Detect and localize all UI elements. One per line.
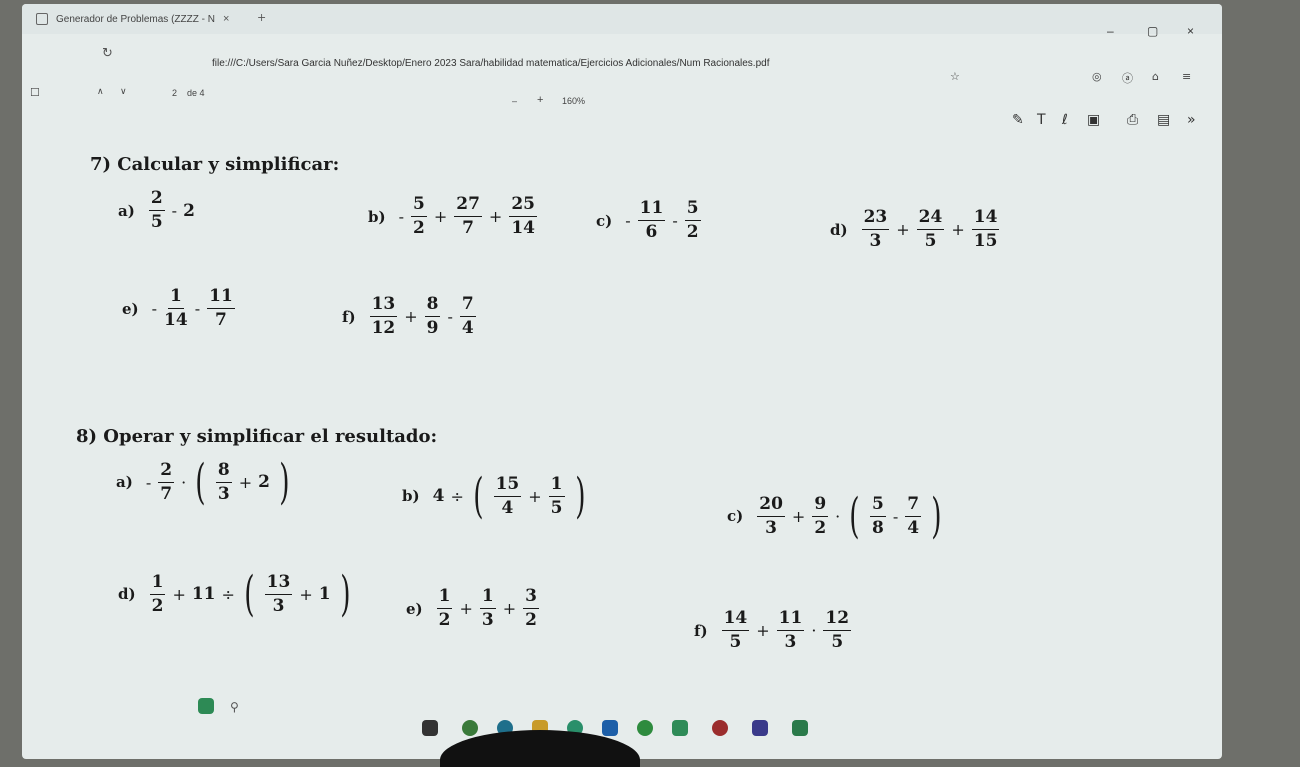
app-icon-2[interactable] [602, 720, 618, 736]
problem-7e: e) - 1 14 - 11 7 [122, 286, 235, 330]
widgets-icon[interactable] [462, 720, 478, 736]
problem-7b: b) - 52 + 27 7 + 25 14 [368, 194, 537, 238]
pdf-page: 7) Calcular y simplificar: a) 25 - 2 b) … [22, 4, 1222, 759]
problem-8d: d) 12 + 11 ÷ ( 13 3 + 1 ) [118, 566, 351, 622]
problem-7d: d) 23 3 + 24 5 + 14 15 [830, 207, 1000, 251]
problem-7c: c) - 11 6 - 52 [596, 198, 701, 242]
problem-8f: f) 14 5 + 11 3 · 12 5 [694, 608, 852, 652]
problem-8e: e) 12 + 13 + 32 [406, 586, 539, 630]
screen: Generador de Problemas (ZZZZ - N × + – ▢… [22, 4, 1222, 759]
section-7-heading: 7) Calcular y simplificar: [90, 154, 340, 175]
app-icon-6[interactable] [792, 720, 808, 736]
section-8-heading: 8) Operar y simplificar el resultado: [76, 426, 438, 447]
problem-8c: c) 20 3 + 92 · ( 58 - 74 ) [727, 488, 942, 544]
chrome-icon[interactable] [637, 720, 653, 736]
problem-7a: a) 25 - 2 [118, 188, 195, 232]
problem-7f: f) 13 12 + 89 - 74 [342, 294, 476, 338]
start-icon[interactable] [198, 698, 214, 714]
app-icon-5[interactable] [752, 720, 768, 736]
problem-8a: a) - 27 · ( 83 + 2 ) [116, 454, 290, 510]
magnifier-icon[interactable]: ⚲ [230, 700, 239, 714]
problem-8b: b) 4 ÷ ( 15 4 + 15 ) [402, 468, 586, 524]
app-icon-3[interactable] [672, 720, 688, 736]
app-icon-4[interactable] [712, 720, 728, 736]
task-view-icon[interactable] [422, 720, 438, 736]
